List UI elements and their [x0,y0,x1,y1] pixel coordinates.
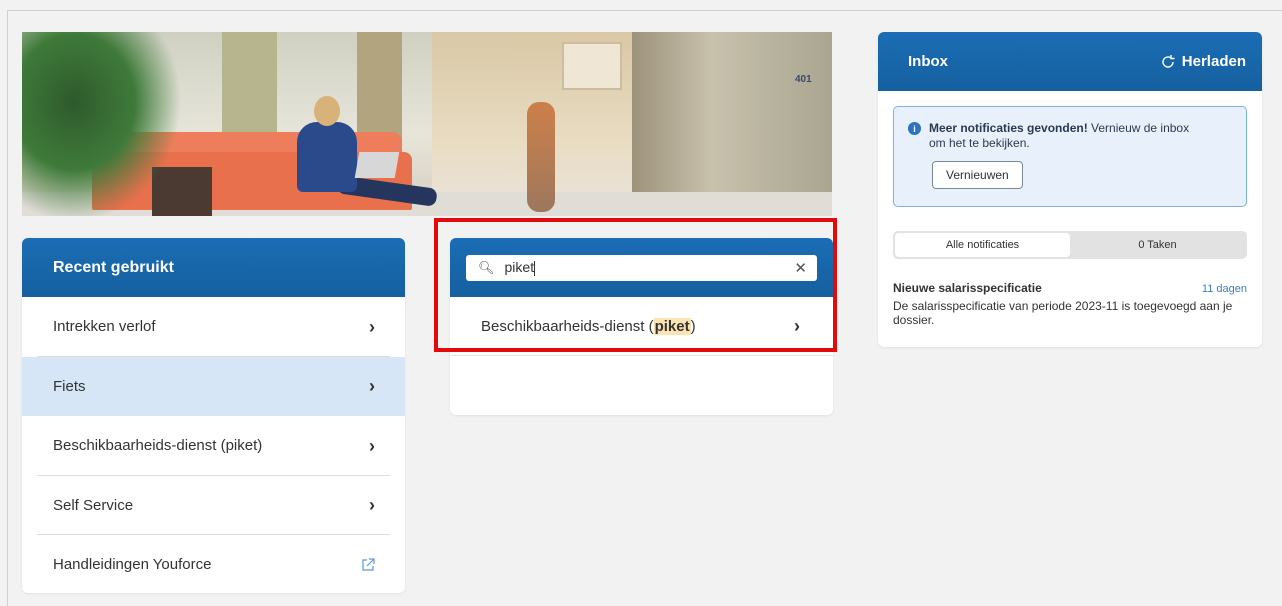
reload-button[interactable]: Herladen [1160,53,1246,70]
reload-label: Herladen [1181,53,1246,70]
notification-body: De salarisspecificatie van periode 2023-… [893,299,1233,327]
reload-icon [1162,54,1175,68]
room-number: 401 [795,74,812,85]
inbox-title: Inbox [908,53,948,70]
recent-item-fiets[interactable]: Fiets › [22,356,405,416]
notification-item[interactable]: Nieuwe salarisspecificatie 11 dagen De s… [893,281,1247,327]
recent-item-beschikbaarheidsdienst[interactable]: Beschikbaarheids-dienst (piket) › [22,416,405,476]
recent-item-label: Intrekken verlof [53,318,156,336]
recent-item-handleidingen[interactable]: Handleidingen Youforce [22,535,405,593]
notice-bold: Meer notificaties gevonden! [929,121,1088,135]
notification-title: Nieuwe salarisspecificatie [893,281,1042,295]
notification-alert: i Meer notificaties gevonden! Vernieuw d… [893,106,1247,207]
info-icon: i [908,122,921,135]
recent-item-self-service[interactable]: Self Service › [22,476,405,536]
external-link-icon [362,558,375,571]
tab-all-notifications[interactable]: Alle notificaties [895,233,1070,257]
recent-item-label: Beschikbaarheids-dienst (piket) [53,437,263,455]
annotation-highlight-box [434,218,837,352]
recent-item-label: Self Service [53,496,134,514]
refresh-button[interactable]: Vernieuwen [932,161,1023,189]
inbox-tabs: Alle notificaties 0 Taken [893,231,1247,259]
recent-item-intrekken-verlof[interactable]: Intrekken verlof › [22,297,405,357]
chevron-right-icon: › [369,435,375,456]
chevron-right-icon: › [369,495,375,516]
notification-age: 11 dagen [1201,283,1247,295]
recent-item-label: Fiets [53,377,86,395]
tab-tasks[interactable]: 0 Taken [1070,233,1245,257]
inbox-card: Inbox Herladen i Meer notificaties gevon… [878,32,1262,347]
recent-item-label: Handleidingen Youforce [53,556,212,574]
chevron-right-icon: › [369,316,375,337]
hero-image: 401 [22,32,832,216]
chevron-right-icon: › [369,376,375,397]
recent-used-title: Recent gebruikt [22,238,405,297]
recent-used-card: Recent gebruikt Intrekken verlof › Fiets… [22,238,405,593]
